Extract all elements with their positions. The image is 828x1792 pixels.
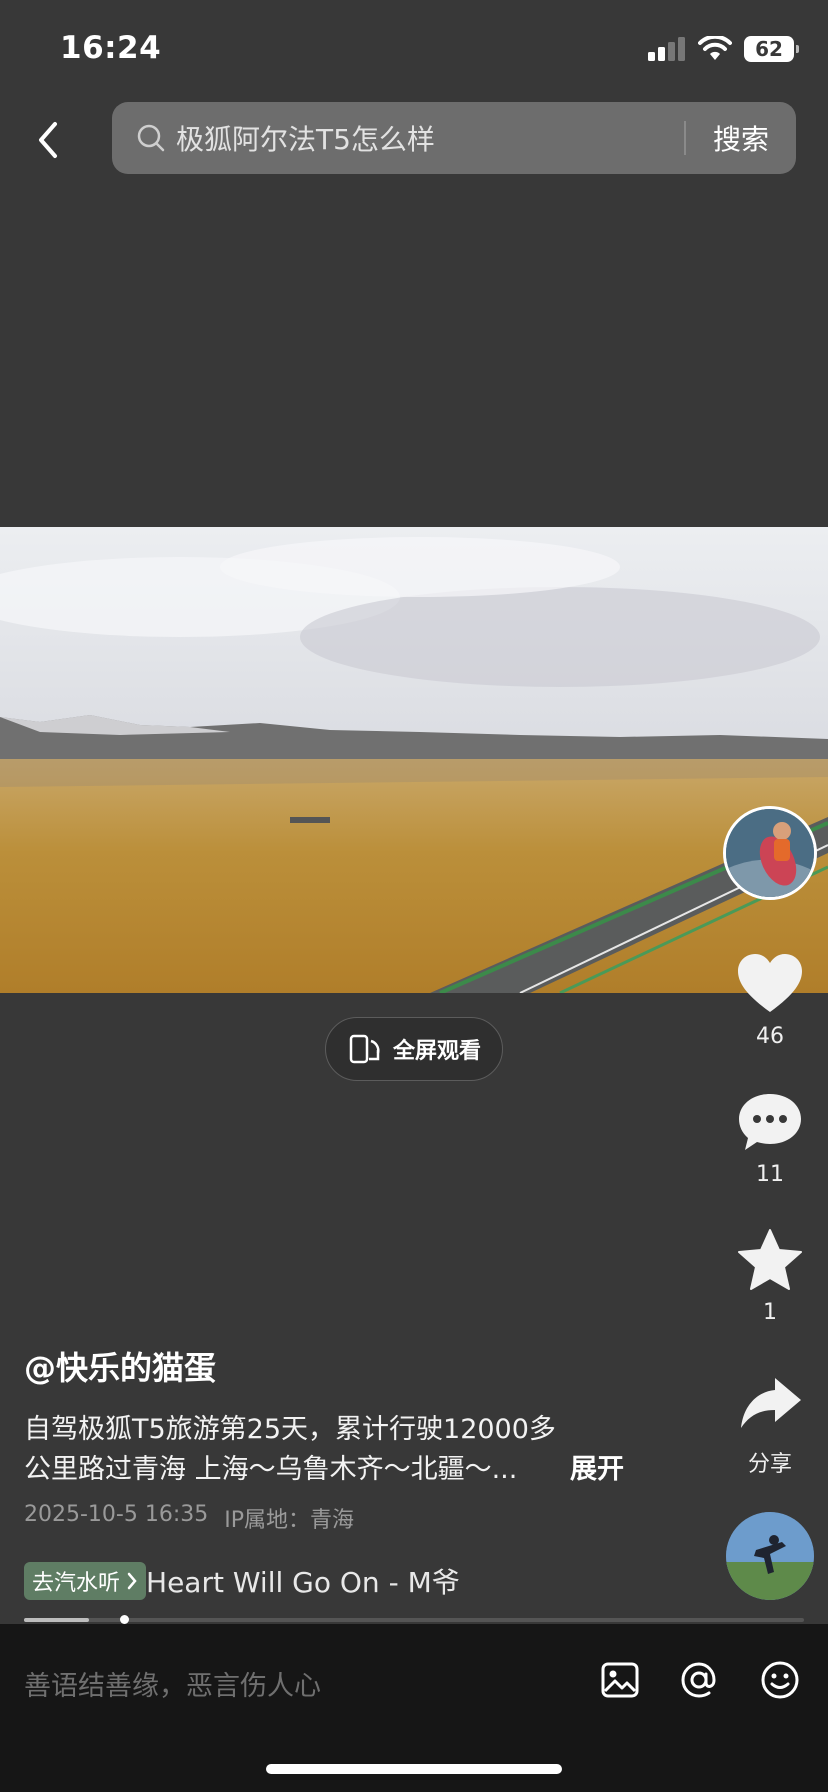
heart-icon — [738, 954, 802, 1012]
qishui-label: 去汽水听 — [32, 1571, 121, 1596]
search-button[interactable]: 搜索 — [686, 118, 796, 158]
search-input[interactable]: 极狐阿尔法T5怎么样 — [176, 118, 684, 158]
favorite-action[interactable]: 1 — [730, 1228, 810, 1325]
video-player[interactable] — [0, 527, 828, 993]
video-frame — [0, 527, 828, 993]
comment-bubble-icon — [739, 1094, 801, 1150]
music-title: Heart Will Go On - M爷 — [146, 1566, 460, 1599]
comment-count: 11 — [756, 1162, 784, 1187]
back-button[interactable] — [28, 118, 68, 162]
share-arrow-icon — [741, 1378, 801, 1428]
fullscreen-button[interactable]: 全屏观看 — [325, 1017, 503, 1081]
status-icons: 62 — [648, 36, 799, 62]
search-bar[interactable]: 极狐阿尔法T5怎么样 搜索 — [112, 102, 796, 174]
battery-indicator: 62 — [744, 36, 799, 62]
playback-progress[interactable] — [24, 1615, 804, 1624]
comment-bar: 善语结善缘，恶言伤人心 — [0, 1624, 828, 1792]
emoji-icon[interactable] — [758, 1658, 802, 1702]
qishui-listen-button[interactable]: 去汽水听 — [24, 1562, 147, 1600]
description-line-1: 自驾极狐T5旅游第25天，累计行驶12000多 — [24, 1414, 556, 1445]
author-avatar[interactable] — [723, 806, 817, 900]
like-action[interactable]: 46 — [730, 952, 810, 1049]
music-cover-image — [726, 1512, 814, 1600]
home-indicator[interactable] — [266, 1764, 562, 1774]
share-label: 分享 — [747, 1452, 792, 1477]
status-time: 16:24 — [60, 30, 162, 66]
description-line-2: 公里路过青海 上海～乌鲁木齐～北疆～... — [24, 1454, 518, 1485]
post-meta: 2025-10-5 16:35 IP属地：青海 — [24, 1502, 354, 1534]
at-mention-icon[interactable] — [677, 1658, 721, 1702]
avatar-image — [726, 809, 814, 897]
progress-handle[interactable] — [120, 1615, 129, 1624]
comment-action[interactable]: 11 — [730, 1090, 810, 1187]
music-row[interactable]: 去汽水听 Heart Will Go On - M爷 — [24, 1561, 644, 1601]
post-date: 2025-10-5 16:35 — [24, 1502, 209, 1527]
rotate-screen-icon — [349, 1034, 380, 1064]
chevron-left-icon — [39, 122, 57, 158]
favorite-count: 1 — [763, 1300, 777, 1325]
post-description: 自驾极狐T5旅游第25天，累计行驶12000多 公里路过青海 上海～乌鲁木齐～北… — [24, 1410, 634, 1490]
signal-icon — [648, 37, 685, 61]
image-icon[interactable] — [598, 1658, 642, 1702]
search-icon — [137, 124, 165, 152]
comment-input[interactable]: 善语结善缘，恶言伤人心 — [24, 1664, 321, 1703]
wifi-icon — [698, 36, 732, 60]
fullscreen-label: 全屏观看 — [392, 1039, 481, 1064]
share-action[interactable]: 分享 — [730, 1374, 810, 1478]
author-name[interactable]: @快乐的猫蛋 — [24, 1343, 216, 1389]
ip-location: IP属地：青海 — [224, 1508, 355, 1533]
star-icon — [738, 1229, 802, 1290]
like-count: 46 — [756, 1024, 784, 1049]
music-disc[interactable] — [726, 1512, 814, 1600]
progress-fill — [24, 1618, 89, 1622]
expand-button[interactable]: 展开 — [570, 1450, 624, 1490]
chevron-right-icon — [127, 1572, 137, 1590]
